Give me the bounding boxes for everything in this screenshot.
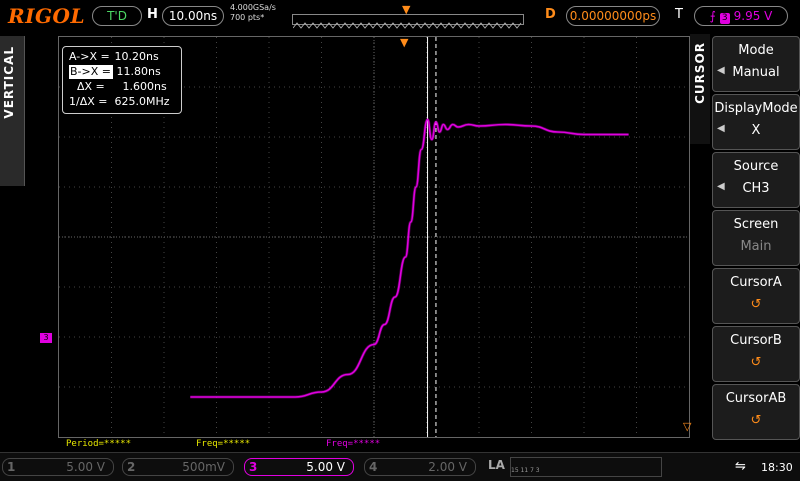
memory-depth: 700 pts* — [230, 13, 265, 22]
clock: 18:30 — [761, 461, 793, 474]
arrow-left-icon: ◀ — [717, 65, 725, 76]
mode-softkey[interactable]: Mode Manual ◀ — [712, 36, 800, 92]
cursor-a-softkey[interactable]: CursorA ↺ — [712, 268, 800, 324]
display-mode-softkey[interactable]: DisplayMode X ◀ — [712, 94, 800, 150]
status-bar: RIGOL T'D H 10.00ns 4.000GSa/s 700 pts* … — [0, 0, 800, 32]
trigger-status: T'D — [92, 6, 142, 26]
frequency-readout: Freq=***** — [196, 439, 251, 449]
acquisition-info: 4.000GSa/s 700 pts* — [230, 3, 276, 23]
trigger-label: T — [675, 7, 683, 22]
channel-3-button[interactable]: 3 5.00 V — [244, 458, 354, 476]
logic-analyzer-channels[interactable]: 15 11 7 3 — [510, 457, 662, 477]
trigger-channel-badge: 3 — [719, 13, 730, 24]
frequency-readout-ch3: Freq=***** — [326, 439, 381, 449]
usb-icon: ⇋ — [735, 459, 746, 474]
sample-rate: 4.000GSa/s — [230, 3, 276, 12]
cursor-tab-label: CURSOR — [693, 42, 707, 104]
cursor-measurement-box: A->X = 10.20ns B->X = 11.80ns ΔX = 1.600… — [62, 46, 182, 114]
source-softkey[interactable]: Source CH3 ◀ — [712, 152, 800, 208]
vertical-tab-label: VERTICAL — [2, 46, 16, 119]
arrow-left-icon: ◀ — [717, 123, 725, 134]
knob-icon: ↺ — [750, 297, 762, 312]
delta-x-row: ΔX = 1.600ns — [77, 80, 167, 93]
cursor-b-softkey[interactable]: CursorB ↺ — [712, 326, 800, 382]
ch3-waveform-glow — [190, 117, 629, 399]
trigger-level: 9.95 V — [733, 9, 773, 23]
channel-1-button[interactable]: 1 5.00 V — [2, 458, 114, 476]
trigger-level-marker-icon: ▽ — [683, 420, 692, 433]
cursor-menu-tab: CURSOR — [690, 34, 710, 144]
horizontal-label: H — [147, 7, 158, 22]
timeline-trigger-marker-icon: ▼ — [402, 3, 411, 16]
ch3-ground-marker: 3 — [40, 333, 52, 343]
cursor-ab-softkey[interactable]: CursorAB ↺ — [712, 384, 800, 440]
screen-softkey[interactable]: Screen Main — [712, 210, 800, 266]
cursor-a-row: A->X = 10.20ns — [69, 50, 159, 63]
arrow-left-icon: ◀ — [717, 181, 725, 192]
vertical-menu-tab[interactable]: VERTICAL — [0, 36, 25, 186]
trigger-setting[interactable]: ⨍ 3 9.95 V — [694, 6, 788, 26]
channel-bar: 1 5.00 V 2 500mV 3 5.00 V 4 2.00 V LA 15… — [0, 452, 800, 481]
brand-logo: RIGOL — [8, 4, 86, 28]
timeline-wave-icon — [292, 22, 522, 29]
timebase-value[interactable]: 10.00ns — [162, 6, 224, 26]
logic-channel-numbers: 15 11 7 3 — [511, 467, 540, 474]
logic-analyzer-label[interactable]: LA — [488, 458, 505, 472]
inverse-delta-row: 1/ΔX = 625.0MHz — [69, 95, 170, 108]
delay-label: D — [545, 7, 556, 22]
knob-icon: ↺ — [750, 355, 762, 370]
knob-icon: ↺ — [750, 413, 762, 428]
channel-2-button[interactable]: 2 500mV — [122, 458, 234, 476]
ch3-waveform — [190, 118, 629, 398]
delay-value[interactable]: 0.00000000ps — [566, 6, 660, 26]
rising-edge-icon: ⨍ — [709, 9, 716, 23]
cursor-b-row: B->X = 11.80ns — [69, 65, 161, 79]
trigger-position-marker-icon: ▼ — [400, 36, 409, 49]
channel-4-button[interactable]: 4 2.00 V — [364, 458, 476, 476]
period-readout: Period=***** — [66, 439, 132, 449]
